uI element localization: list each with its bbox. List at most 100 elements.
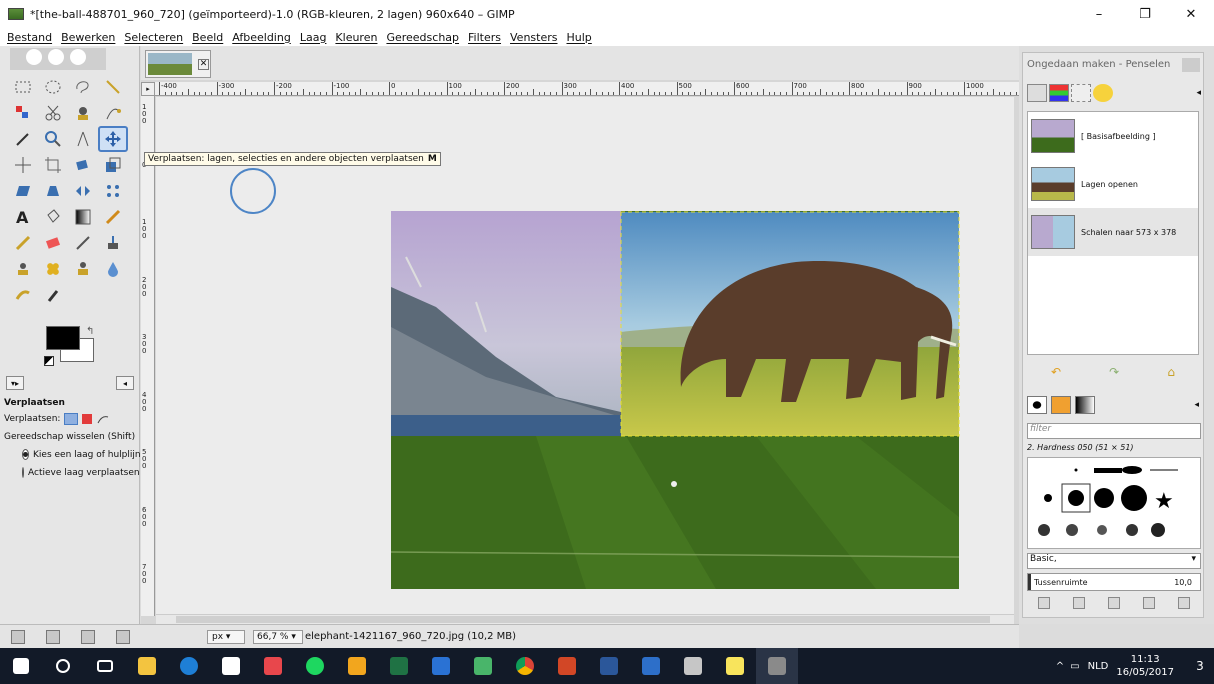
foreground-color[interactable] — [46, 326, 80, 350]
clear-history-icon[interactable]: ⌂ — [1167, 365, 1175, 379]
edge-button[interactable] — [168, 648, 210, 684]
menu-gereedschap[interactable]: Gereedschap — [386, 31, 459, 44]
brush-menu-icon[interactable]: ◂ — [1194, 400, 1199, 410]
fuzzy-select-tool[interactable] — [98, 74, 128, 100]
blur-tool[interactable] — [98, 256, 128, 282]
explorer-button[interactable] — [126, 648, 168, 684]
app-orange-button[interactable] — [336, 648, 378, 684]
chrome-button[interactable] — [504, 648, 546, 684]
foreground-select-tool[interactable] — [68, 100, 98, 126]
tab-menu-icon[interactable]: ◂ — [116, 376, 134, 390]
scrollbar-thumb[interactable] — [176, 616, 990, 623]
heal-tool[interactable] — [38, 256, 68, 282]
search-button[interactable] — [42, 648, 84, 684]
undo-history-tab-icon[interactable] — [1093, 84, 1113, 102]
ellipse-select-tool[interactable] — [38, 74, 68, 100]
delete-options-icon[interactable] — [81, 629, 96, 644]
restore-options-icon[interactable] — [45, 629, 60, 644]
scissors-tool[interactable] — [38, 100, 68, 126]
brush-filter-input[interactable]: filter — [1027, 423, 1201, 439]
language-indicator[interactable]: NLD — [1088, 661, 1109, 672]
flip-tool[interactable] — [68, 178, 98, 204]
menu-hulp[interactable]: Hulp — [567, 31, 592, 44]
airbrush-tool[interactable] — [68, 230, 98, 256]
close-button[interactable]: ✕ — [1168, 0, 1214, 28]
shear-tool[interactable] — [8, 178, 38, 204]
crop-tool[interactable] — [38, 152, 68, 178]
brush-preset-select[interactable]: Basic, ▾ — [1027, 553, 1201, 569]
dock-menu-icon[interactable]: ◂ — [1196, 88, 1201, 98]
store-button[interactable] — [210, 648, 252, 684]
perspective-clone-tool[interactable] — [68, 256, 98, 282]
spacing-slider[interactable]: Tussenruimte 10,0 — [1027, 573, 1201, 591]
smudge-tool[interactable] — [8, 282, 38, 308]
shield-button[interactable] — [420, 648, 462, 684]
menu-beeld[interactable]: Beeld — [192, 31, 223, 44]
lasso-tool[interactable] — [68, 74, 98, 100]
undo-item[interactable]: Lagen openen — [1028, 160, 1198, 208]
tool-options-tab-icon[interactable]: ▾▸ — [6, 376, 24, 390]
measure-tool[interactable] — [68, 126, 98, 152]
spotify-button[interactable] — [294, 648, 336, 684]
menu-afbeelding[interactable]: Afbeelding — [232, 31, 291, 44]
perspective-tool[interactable] — [38, 178, 68, 204]
blend-tool[interactable] — [68, 204, 98, 230]
menu-bestand[interactable]: Bestand — [7, 31, 52, 44]
network-icon[interactable]: ▭ — [1070, 661, 1079, 672]
rotate-tool[interactable] — [68, 152, 98, 178]
brushes-tab-icon[interactable] — [1027, 396, 1047, 414]
text-tool[interactable]: A — [8, 204, 38, 230]
reset-options-icon[interactable] — [116, 629, 131, 644]
canvas-image[interactable] — [156, 97, 1014, 614]
save-options-icon[interactable] — [10, 629, 25, 644]
bucket-fill-tool[interactable] — [38, 204, 68, 230]
start-button[interactable] — [0, 648, 42, 684]
layer-mode-icon[interactable] — [64, 413, 79, 425]
channels-tab-icon[interactable] — [1049, 84, 1069, 102]
minimize-button[interactable]: – — [1076, 0, 1122, 28]
ruler-corner-icon[interactable]: ▸ — [141, 82, 155, 96]
patterns-tab-icon[interactable] — [1051, 396, 1071, 414]
task-view-button[interactable] — [84, 648, 126, 684]
eraser-tool[interactable] — [38, 230, 68, 256]
menu-kleuren[interactable]: Kleuren — [335, 31, 377, 44]
duplicate-brush-icon[interactable] — [1107, 597, 1120, 609]
unit-select[interactable]: px ▾ — [207, 629, 245, 644]
maximize-button[interactable]: ❐ — [1122, 0, 1168, 28]
delete-brush-icon[interactable] — [1142, 597, 1155, 609]
clock[interactable]: 11:13 16/05/2017 — [1116, 653, 1174, 679]
menu-filters[interactable]: Filters — [468, 31, 501, 44]
undo-item[interactable]: [ Basisafbeelding ] — [1028, 112, 1198, 160]
layers-tab-icon[interactable] — [1027, 84, 1047, 102]
settings-app-button[interactable] — [672, 648, 714, 684]
swap-colors-icon[interactable]: ↰ — [86, 326, 94, 337]
canvas-viewport[interactable] — [156, 97, 1014, 614]
refresh-brushes-icon[interactable] — [1177, 597, 1190, 609]
notifications-button[interactable]: 3 — [1186, 648, 1214, 684]
radio-move-active[interactable] — [22, 467, 24, 478]
popcorn-button[interactable] — [252, 648, 294, 684]
color-select-tool[interactable] — [8, 100, 38, 126]
close-tab-icon[interactable]: ✕ — [198, 58, 209, 70]
paths-tool[interactable] — [98, 100, 128, 126]
paintbrush-tool[interactable] — [8, 230, 38, 256]
gimp-button[interactable] — [756, 648, 798, 684]
menu-vensters[interactable]: Vensters — [510, 31, 557, 44]
menu-selecteren[interactable]: Selecteren — [124, 31, 183, 44]
move-tool[interactable] — [98, 126, 128, 152]
cage-tool[interactable] — [98, 178, 128, 204]
radio-pick-layer[interactable] — [22, 449, 29, 460]
gradients-tab-icon[interactable] — [1075, 396, 1095, 414]
new-brush-icon[interactable] — [1073, 597, 1086, 609]
color-swatches[interactable]: ↰ — [38, 326, 100, 372]
photos-button[interactable] — [462, 648, 504, 684]
pencil-tool[interactable] — [98, 204, 128, 230]
undo-item-selected[interactable]: Schalen naar 573 x 378 — [1028, 208, 1198, 256]
reset-colors-icon[interactable] — [44, 356, 54, 366]
option-pick-layer[interactable]: Kies een laag of hulplijn — [4, 449, 141, 460]
chevron-up-icon[interactable]: ^ — [1056, 661, 1064, 672]
crown-app-button[interactable] — [630, 648, 672, 684]
clone-tool[interactable] — [8, 256, 38, 282]
zoom-select[interactable]: 66,7 % ▾ — [253, 629, 303, 644]
menu-bewerken[interactable]: Bewerken — [61, 31, 115, 44]
